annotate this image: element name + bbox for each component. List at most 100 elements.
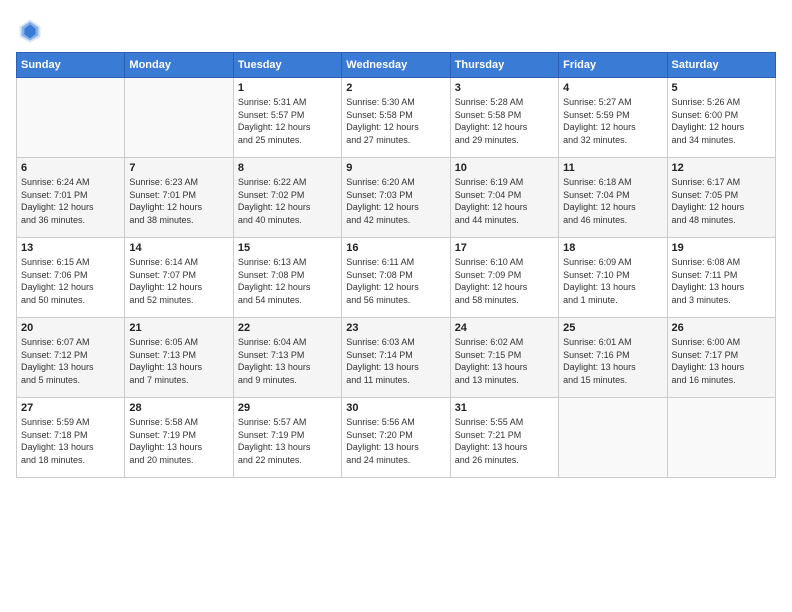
day-number: 31 bbox=[455, 402, 554, 414]
calendar-cell: 8 Sunrise: 6:22 AM Sunset: 7:02 PM Daylig… bbox=[233, 158, 341, 238]
day-info: Sunrise: 6:10 AM Sunset: 7:09 PM Dayligh… bbox=[455, 256, 554, 306]
calendar-cell: 3 Sunrise: 5:28 AM Sunset: 5:58 PM Daylig… bbox=[450, 78, 558, 158]
day-number: 12 bbox=[672, 162, 771, 174]
day-info: Sunrise: 6:23 AM Sunset: 7:01 PM Dayligh… bbox=[129, 176, 228, 226]
day-number: 2 bbox=[346, 82, 445, 94]
calendar-cell: 12 Sunrise: 6:17 AM Sunset: 7:05 PM Dayli… bbox=[667, 158, 775, 238]
day-number: 15 bbox=[238, 242, 337, 254]
day-number: 28 bbox=[129, 402, 228, 414]
day-info: Sunrise: 6:24 AM Sunset: 7:01 PM Dayligh… bbox=[21, 176, 120, 226]
day-number: 10 bbox=[455, 162, 554, 174]
calendar-cell: 6 Sunrise: 6:24 AM Sunset: 7:01 PM Daylig… bbox=[17, 158, 125, 238]
day-number: 21 bbox=[129, 322, 228, 334]
day-info: Sunrise: 6:18 AM Sunset: 7:04 PM Dayligh… bbox=[563, 176, 662, 226]
day-info: Sunrise: 5:56 AM Sunset: 7:20 PM Dayligh… bbox=[346, 416, 445, 466]
day-info: Sunrise: 6:11 AM Sunset: 7:08 PM Dayligh… bbox=[346, 256, 445, 306]
day-number: 3 bbox=[455, 82, 554, 94]
calendar-cell: 4 Sunrise: 5:27 AM Sunset: 5:59 PM Daylig… bbox=[559, 78, 667, 158]
calendar-cell: 14 Sunrise: 6:14 AM Sunset: 7:07 PM Dayli… bbox=[125, 238, 233, 318]
day-number: 16 bbox=[346, 242, 445, 254]
calendar-cell: 1 Sunrise: 5:31 AM Sunset: 5:57 PM Daylig… bbox=[233, 78, 341, 158]
calendar-cell: 16 Sunrise: 6:11 AM Sunset: 7:08 PM Dayli… bbox=[342, 238, 450, 318]
week-row-3: 20 Sunrise: 6:07 AM Sunset: 7:12 PM Dayli… bbox=[17, 318, 776, 398]
calendar-cell bbox=[125, 78, 233, 158]
header-monday: Monday bbox=[125, 53, 233, 78]
header-friday: Friday bbox=[559, 53, 667, 78]
day-number: 29 bbox=[238, 402, 337, 414]
calendar-cell bbox=[667, 398, 775, 478]
day-info: Sunrise: 5:58 AM Sunset: 7:19 PM Dayligh… bbox=[129, 416, 228, 466]
calendar-cell: 28 Sunrise: 5:58 AM Sunset: 7:19 PM Dayli… bbox=[125, 398, 233, 478]
day-number: 23 bbox=[346, 322, 445, 334]
calendar-cell: 11 Sunrise: 6:18 AM Sunset: 7:04 PM Dayli… bbox=[559, 158, 667, 238]
day-info: Sunrise: 5:57 AM Sunset: 7:19 PM Dayligh… bbox=[238, 416, 337, 466]
calendar-cell: 7 Sunrise: 6:23 AM Sunset: 7:01 PM Daylig… bbox=[125, 158, 233, 238]
week-row-0: 1 Sunrise: 5:31 AM Sunset: 5:57 PM Daylig… bbox=[17, 78, 776, 158]
calendar-cell: 2 Sunrise: 5:30 AM Sunset: 5:58 PM Daylig… bbox=[342, 78, 450, 158]
week-row-4: 27 Sunrise: 5:59 AM Sunset: 7:18 PM Dayli… bbox=[17, 398, 776, 478]
header-row: SundayMondayTuesdayWednesdayThursdayFrid… bbox=[17, 53, 776, 78]
day-info: Sunrise: 5:55 AM Sunset: 7:21 PM Dayligh… bbox=[455, 416, 554, 466]
day-number: 6 bbox=[21, 162, 120, 174]
day-info: Sunrise: 6:07 AM Sunset: 7:12 PM Dayligh… bbox=[21, 336, 120, 386]
calendar-cell: 19Sunrise: 6:08 AM Sunset: 7:11 PM Dayli… bbox=[667, 238, 775, 318]
day-info: Sunrise: 6:19 AM Sunset: 7:04 PM Dayligh… bbox=[455, 176, 554, 226]
day-info: Sunrise: 5:26 AM Sunset: 6:00 PM Dayligh… bbox=[672, 96, 771, 146]
calendar-cell: 26 Sunrise: 6:00 AM Sunset: 7:17 PM Dayli… bbox=[667, 318, 775, 398]
day-info: Sunrise: 6:14 AM Sunset: 7:07 PM Dayligh… bbox=[129, 256, 228, 306]
day-number: 9 bbox=[346, 162, 445, 174]
calendar-table: SundayMondayTuesdayWednesdayThursdayFrid… bbox=[16, 52, 776, 478]
day-number: 5 bbox=[672, 82, 771, 94]
day-info: Sunrise: 6:13 AM Sunset: 7:08 PM Dayligh… bbox=[238, 256, 337, 306]
calendar-cell: 27 Sunrise: 5:59 AM Sunset: 7:18 PM Dayli… bbox=[17, 398, 125, 478]
day-number: 14 bbox=[129, 242, 228, 254]
header-wednesday: Wednesday bbox=[342, 53, 450, 78]
calendar-cell: 18Sunrise: 6:09 AM Sunset: 7:10 PM Dayli… bbox=[559, 238, 667, 318]
day-number: 26 bbox=[672, 322, 771, 334]
day-info: Sunrise: 5:27 AM Sunset: 5:59 PM Dayligh… bbox=[563, 96, 662, 146]
calendar-cell: 30Sunrise: 5:56 AM Sunset: 7:20 PM Dayli… bbox=[342, 398, 450, 478]
day-info: Sunrise: 6:00 AM Sunset: 7:17 PM Dayligh… bbox=[672, 336, 771, 386]
day-info: Sunrise: 6:17 AM Sunset: 7:05 PM Dayligh… bbox=[672, 176, 771, 226]
day-number: 7 bbox=[129, 162, 228, 174]
calendar-cell: 15 Sunrise: 6:13 AM Sunset: 7:08 PM Dayli… bbox=[233, 238, 341, 318]
day-info: Sunrise: 6:03 AM Sunset: 7:14 PM Dayligh… bbox=[346, 336, 445, 386]
calendar-cell: 10 Sunrise: 6:19 AM Sunset: 7:04 PM Dayli… bbox=[450, 158, 558, 238]
calendar-cell: 25Sunrise: 6:01 AM Sunset: 7:16 PM Dayli… bbox=[559, 318, 667, 398]
calendar-cell bbox=[17, 78, 125, 158]
calendar-cell: 29 Sunrise: 5:57 AM Sunset: 7:19 PM Dayli… bbox=[233, 398, 341, 478]
day-info: Sunrise: 5:30 AM Sunset: 5:58 PM Dayligh… bbox=[346, 96, 445, 146]
day-number: 11 bbox=[563, 162, 662, 174]
calendar-cell: 20 Sunrise: 6:07 AM Sunset: 7:12 PM Dayli… bbox=[17, 318, 125, 398]
calendar-cell bbox=[559, 398, 667, 478]
calendar-cell: 17 Sunrise: 6:10 AM Sunset: 7:09 PM Dayli… bbox=[450, 238, 558, 318]
day-info: Sunrise: 5:31 AM Sunset: 5:57 PM Dayligh… bbox=[238, 96, 337, 146]
day-number: 20 bbox=[21, 322, 120, 334]
calendar-cell: 5 Sunrise: 5:26 AM Sunset: 6:00 PM Daylig… bbox=[667, 78, 775, 158]
day-info: Sunrise: 6:22 AM Sunset: 7:02 PM Dayligh… bbox=[238, 176, 337, 226]
day-info: Sunrise: 6:05 AM Sunset: 7:13 PM Dayligh… bbox=[129, 336, 228, 386]
calendar-cell: 9 Sunrise: 6:20 AM Sunset: 7:03 PM Daylig… bbox=[342, 158, 450, 238]
day-number: 4 bbox=[563, 82, 662, 94]
day-info: Sunrise: 6:04 AM Sunset: 7:13 PM Dayligh… bbox=[238, 336, 337, 386]
calendar-cell: 31 Sunrise: 5:55 AM Sunset: 7:21 PM Dayli… bbox=[450, 398, 558, 478]
day-info: Sunrise: 6:02 AM Sunset: 7:15 PM Dayligh… bbox=[455, 336, 554, 386]
day-number: 1 bbox=[238, 82, 337, 94]
day-number: 18 bbox=[563, 242, 662, 254]
day-info: Sunrise: 5:28 AM Sunset: 5:58 PM Dayligh… bbox=[455, 96, 554, 146]
day-number: 19 bbox=[672, 242, 771, 254]
header-tuesday: Tuesday bbox=[233, 53, 341, 78]
header-saturday: Saturday bbox=[667, 53, 775, 78]
header-thursday: Thursday bbox=[450, 53, 558, 78]
day-number: 17 bbox=[455, 242, 554, 254]
day-info: Sunrise: 5:59 AM Sunset: 7:18 PM Dayligh… bbox=[21, 416, 120, 466]
day-info: Sunrise: 6:20 AM Sunset: 7:03 PM Dayligh… bbox=[346, 176, 445, 226]
page-header bbox=[16, 16, 776, 44]
day-info: Sunrise: 6:01 AM Sunset: 7:16 PM Dayligh… bbox=[563, 336, 662, 386]
day-number: 27 bbox=[21, 402, 120, 414]
day-info: Sunrise: 6:15 AM Sunset: 7:06 PM Dayligh… bbox=[21, 256, 120, 306]
day-number: 8 bbox=[238, 162, 337, 174]
calendar-cell: 22 Sunrise: 6:04 AM Sunset: 7:13 PM Dayli… bbox=[233, 318, 341, 398]
day-number: 22 bbox=[238, 322, 337, 334]
day-number: 13 bbox=[21, 242, 120, 254]
